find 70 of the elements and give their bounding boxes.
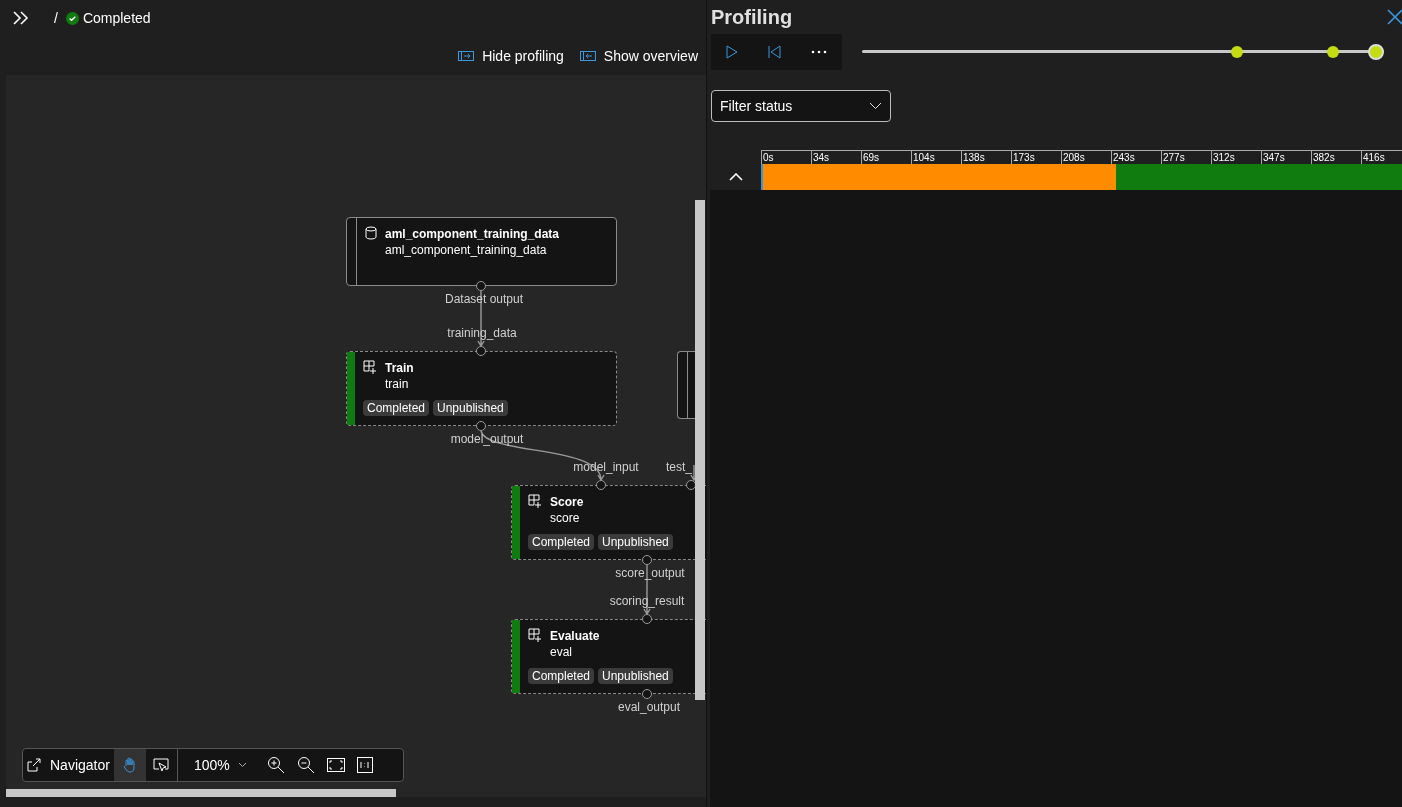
chevron-down-icon (237, 762, 247, 768)
zoom-dropdown[interactable]: 100% (193, 755, 247, 775)
collapse-icon[interactable] (728, 173, 743, 181)
actual-size-icon[interactable] (356, 757, 373, 773)
filter-dropdown[interactable]: Filter status (711, 90, 891, 122)
port-label: eval_output (617, 699, 681, 715)
node-subtitle: score (550, 510, 581, 526)
publish-tag: Unpublished (598, 534, 673, 550)
publish-tag: Unpublished (598, 668, 673, 684)
port[interactable] (476, 281, 486, 291)
hand-icon (122, 757, 137, 773)
port-label: training_data (447, 325, 517, 341)
node-subtitle: aml_component_training_data (385, 242, 548, 258)
port-label: score_output (615, 565, 685, 581)
node-title: Train (385, 360, 414, 376)
database-icon (365, 226, 377, 240)
slider-thumb[interactable] (1368, 44, 1384, 60)
play-icon[interactable] (726, 45, 738, 59)
pipeline-canvas[interactable] (6, 75, 706, 797)
port-label: Dataset output (444, 291, 524, 307)
port[interactable] (596, 480, 606, 490)
port-label: scoring_result (609, 593, 685, 609)
close-icon[interactable] (1387, 9, 1402, 25)
panel-title: Profiling (711, 5, 793, 30)
pan-button[interactable] (113, 749, 146, 781)
pointer-icon (153, 758, 170, 772)
port[interactable] (642, 555, 652, 565)
show-overview-button[interactable]: Show overview (579, 45, 698, 66)
status-tag: Completed (528, 534, 595, 550)
vertical-scrollbar[interactable] (695, 200, 705, 700)
panel-icon (458, 50, 475, 61)
status-tag: Completed (363, 400, 430, 416)
expand-icon[interactable] (12, 11, 30, 25)
port[interactable] (476, 346, 486, 356)
dataset-node[interactable]: aml_component_training_data aml_component_training_data (346, 217, 617, 286)
component-icon (363, 360, 377, 374)
component-node[interactable]: Train train Completed Unpublished (346, 351, 617, 426)
chevron-down-icon (869, 102, 882, 110)
node-title: Score (550, 494, 584, 510)
component-node[interactable]: Evaluate eval Completed Unpublished (511, 619, 706, 694)
port-label: test_ (666, 459, 692, 475)
node-subtitle: train (385, 376, 410, 392)
more-icon[interactable] (811, 50, 827, 54)
component-icon (528, 628, 542, 642)
component-icon (528, 494, 542, 508)
status-tag: Completed (528, 668, 595, 684)
hide-profiling-button[interactable]: Hide profiling (458, 45, 564, 66)
port[interactable] (642, 689, 652, 699)
zoom-out-icon[interactable] (296, 756, 315, 774)
node-title: Evaluate (550, 628, 600, 644)
port[interactable] (476, 421, 486, 431)
port[interactable] (642, 614, 652, 624)
node-subtitle: eval (550, 644, 573, 660)
run-status: Completed (82, 9, 151, 28)
publish-tag: Unpublished (433, 400, 508, 416)
navigator-icon (27, 758, 42, 772)
node-title: aml_component_training_data (385, 226, 560, 242)
slider-marker[interactable] (1230, 46, 1243, 58)
slider-marker[interactable] (1326, 46, 1339, 58)
success-icon (65, 11, 79, 25)
horizontal-scrollbar[interactable] (6, 789, 396, 797)
skip-back-icon[interactable] (768, 45, 781, 59)
dataset-node[interactable] (677, 351, 695, 419)
component-node[interactable]: Score score Completed Unpublished (511, 485, 706, 560)
panel-icon (579, 50, 596, 61)
navigator-button[interactable]: Navigator (23, 749, 114, 781)
timeline-slider[interactable] (862, 44, 1384, 60)
zoom-in-icon[interactable] (266, 756, 285, 774)
fit-icon[interactable] (326, 758, 345, 772)
breadcrumb-separator: / (54, 9, 58, 28)
